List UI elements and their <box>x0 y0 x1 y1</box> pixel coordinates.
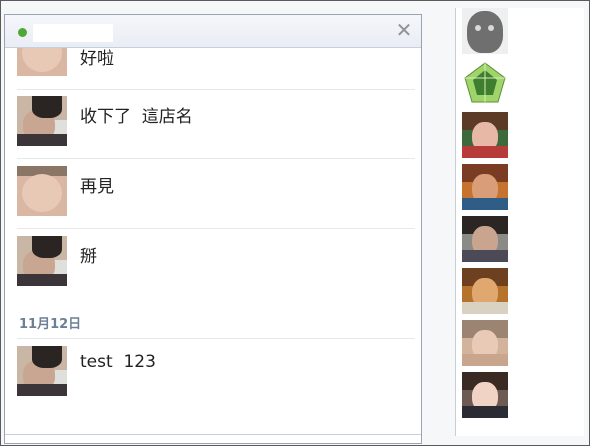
conversation-log[interactable]: 好啦 收下了 這店名 再見 掰 11月12日 test 123 <box>5 48 421 441</box>
photo-avatar-icon[interactable] <box>462 372 508 418</box>
chat-header[interactable]: ✕ <box>5 15 421 48</box>
chat-contact-name <box>33 24 113 42</box>
photo-avatar-icon[interactable] <box>462 112 508 158</box>
sender-avatar[interactable] <box>17 96 67 146</box>
chat-window: ✕ 好啦 收下了 這店名 再見 掰 11月12日 test 123 <box>4 14 422 444</box>
sender-avatar[interactable] <box>17 346 67 396</box>
green-pentagon-avatar-icon[interactable] <box>462 60 508 106</box>
close-button[interactable]: ✕ <box>394 19 414 41</box>
statue-avatar-icon[interactable] <box>462 8 508 54</box>
message-separator <box>17 158 415 159</box>
message-text: 收下了 這店名 <box>80 107 193 127</box>
sender-avatar[interactable] <box>17 166 67 216</box>
date-divider: 11月12日 <box>19 317 82 332</box>
contact-sidebar <box>456 8 584 436</box>
message-text: test 123 <box>80 352 156 372</box>
photo-avatar-icon[interactable] <box>462 320 508 366</box>
message-text: 掰 <box>80 247 97 267</box>
photo-avatar-icon[interactable] <box>462 268 508 314</box>
photo-avatar-icon[interactable] <box>462 216 508 262</box>
sender-avatar[interactable] <box>17 48 67 76</box>
online-status-icon <box>18 28 27 37</box>
message-separator <box>17 338 415 339</box>
chat-footer-line <box>5 434 421 435</box>
sender-avatar[interactable] <box>17 236 67 286</box>
message-text: 再見 <box>80 177 114 197</box>
photo-avatar-icon[interactable] <box>462 164 508 210</box>
message-separator <box>17 228 415 229</box>
message-separator <box>17 89 415 90</box>
message-text: 好啦 <box>80 49 114 69</box>
